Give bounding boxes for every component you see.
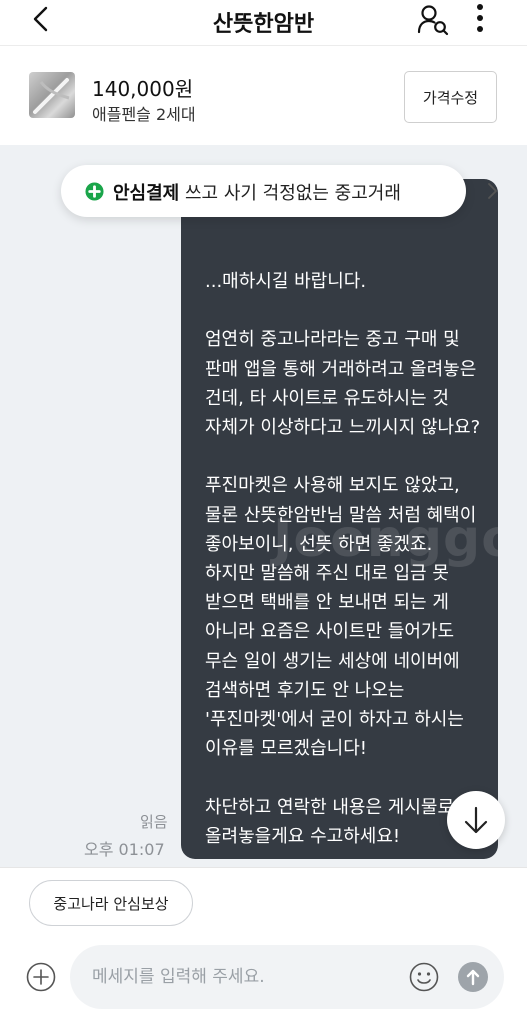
smile-icon — [409, 962, 439, 992]
chat-header: 산뜻한암반 — [0, 0, 527, 46]
safe-payment-icon — [85, 182, 104, 201]
safe-payment-text: 쓰고 사기 걱정없는 중고거래 — [185, 183, 401, 204]
send-button[interactable] — [458, 962, 488, 992]
message-bubble[interactable]: Joonggonara ...매하시길 바랍니다. 엄연히 중고나라라는 중고 … — [181, 179, 498, 859]
safe-payment-banner[interactable]: 안심결제 쓰고 사기 걱정없는 중고거래 — [61, 165, 497, 217]
product-summary[interactable]: 140,000원 애플펜슬 2세대 가격수정 — [0, 47, 527, 145]
plus-circle-icon — [26, 962, 56, 992]
user-search-button[interactable] — [416, 2, 450, 36]
safe-compensation-chip[interactable]: 중고나라 안심보상 — [29, 880, 193, 926]
product-price: 140,000원 — [92, 77, 194, 101]
arrow-down-icon — [464, 806, 488, 834]
more-button[interactable] — [470, 2, 490, 36]
composer-area: 중고나라 안심보상 — [0, 867, 527, 1024]
product-name: 애플펜슬 2세대 — [92, 105, 196, 124]
edit-price-button[interactable]: 가격수정 — [404, 71, 497, 123]
message-input[interactable] — [92, 963, 392, 991]
message-text: ...매하시길 바랍니다. 엄연히 중고나라라는 중고 구매 및 판매 앱을 통… — [205, 270, 481, 847]
emoji-button[interactable] — [409, 962, 439, 992]
chevron-right-icon — [487, 181, 499, 201]
message-input-container — [70, 945, 504, 1009]
product-thumbnail[interactable] — [29, 72, 75, 118]
message-time: 오후 01:07 — [84, 840, 165, 859]
safe-payment-bold-text: 안심결제 — [113, 183, 180, 204]
read-status: 읽음 — [140, 813, 168, 831]
arrow-up-icon — [466, 969, 480, 986]
product-image — [33, 78, 70, 114]
more-vertical-icon — [477, 4, 483, 32]
add-attachment-button[interactable] — [26, 962, 56, 992]
scroll-to-bottom-button[interactable] — [447, 791, 505, 849]
user-search-icon — [417, 5, 449, 36]
chat-messages[interactable]: Joonggonara ...매하시길 바랍니다. 엄연히 중고나라라는 중고 … — [0, 145, 527, 867]
